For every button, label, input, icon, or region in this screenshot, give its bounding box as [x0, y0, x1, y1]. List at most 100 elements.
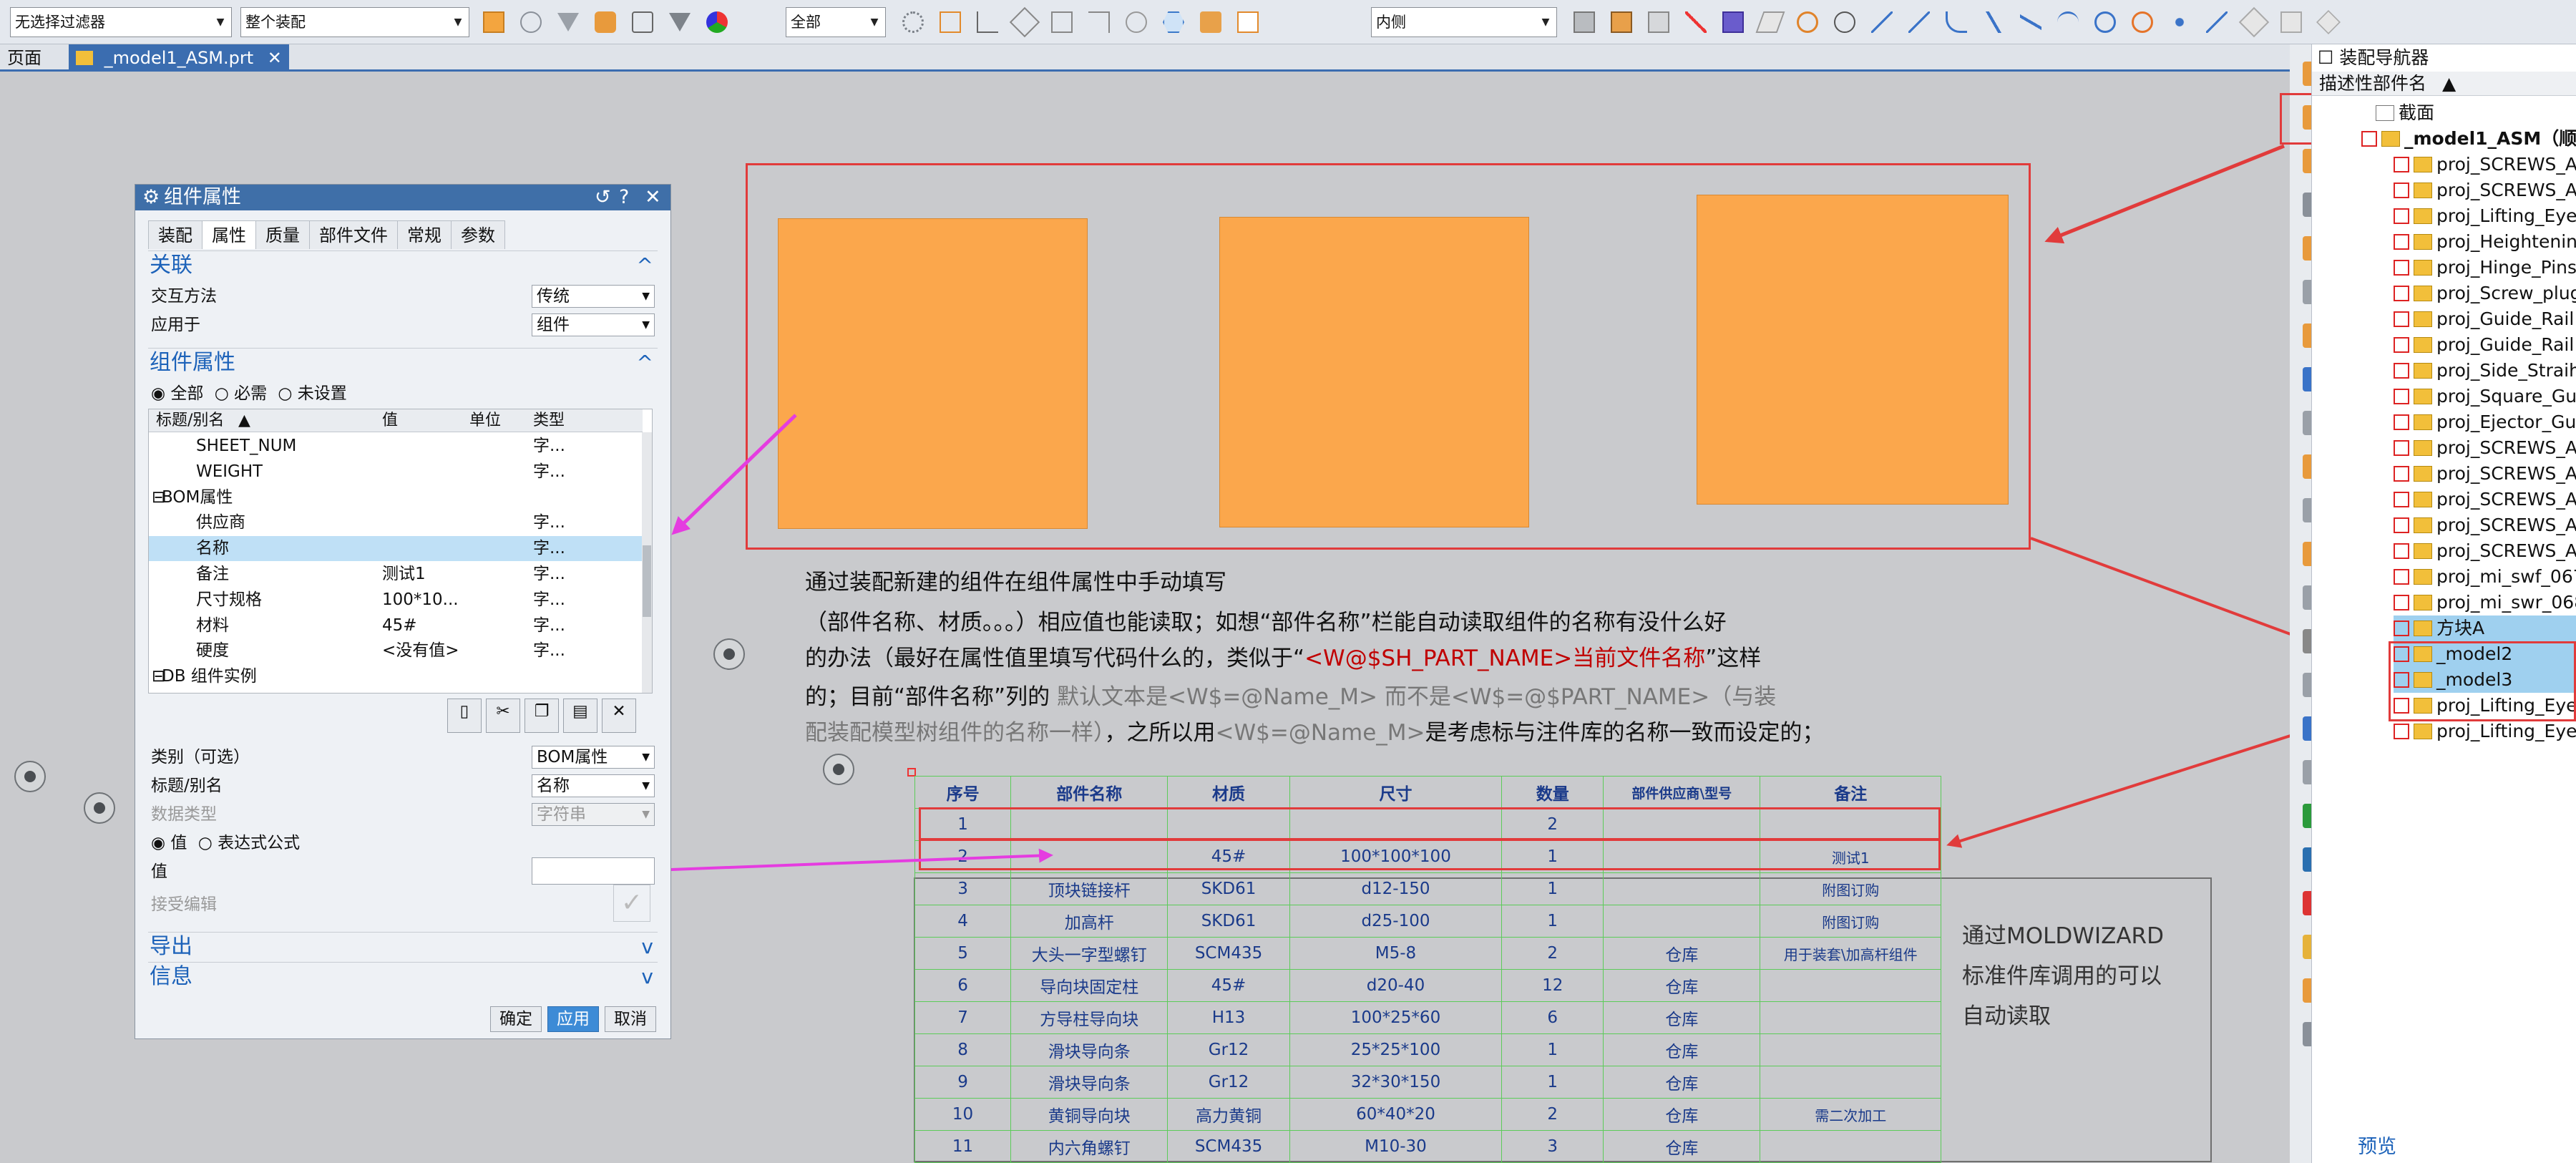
- copy-icon[interactable]: ❐: [525, 699, 559, 733]
- section-component-attributes-header[interactable]: 组件属性 ^: [148, 348, 658, 376]
- radio-all[interactable]: ◉ 全部: [151, 384, 203, 403]
- tab-mass[interactable]: 质量: [255, 220, 310, 249]
- grid-scrollbar[interactable]: [642, 432, 652, 693]
- title-alias-select[interactable]: 名称 ▼: [532, 774, 655, 797]
- attribute-row[interactable]: SHEET_NUM 字...: [149, 434, 643, 459]
- circle-points-icon[interactable]: [2124, 6, 2161, 39]
- col-value[interactable]: 值: [382, 409, 398, 432]
- bom-row[interactable]: 4 加高杆 SKD61 d25-100 1 附图订购: [914, 905, 1941, 938]
- visibility-checkbox[interactable]: [2394, 595, 2409, 610]
- polyline-icon[interactable]: [1975, 6, 2012, 39]
- attribute-value[interactable]: 45#: [382, 613, 461, 638]
- block-model3[interactable]: [1697, 195, 2009, 505]
- point-icon[interactable]: [2161, 6, 2198, 39]
- visibility-checkbox[interactable]: [2394, 569, 2409, 585]
- bom-row[interactable]: 9 滑块导向条 Gr12 32*30*150 1 仓库: [914, 1066, 1941, 1099]
- visibility-checkbox[interactable]: [2394, 208, 2409, 224]
- attribute-value[interactable]: 100*10...: [382, 588, 461, 613]
- visibility-checkbox[interactable]: [2394, 157, 2409, 172]
- tab-general[interactable]: 常规: [397, 220, 452, 249]
- attribute-row[interactable]: 硬度 <没有值> 字...: [149, 638, 643, 663]
- rotate-handle-icon[interactable]: [823, 754, 854, 785]
- part-select-icon[interactable]: [475, 6, 512, 39]
- tab-parameters[interactable]: 参数: [451, 220, 505, 249]
- snap-point-icon[interactable]: [932, 6, 969, 39]
- pencil-icon[interactable]: [2235, 6, 2273, 39]
- bom-row[interactable]: 6 导向块固定柱 45# d20-40 12 仓库: [914, 969, 1941, 1002]
- bom-row[interactable]: 3 顶块链接杆 SKD61 d12-150 1 附图订购: [914, 872, 1941, 905]
- close-icon[interactable]: ✕: [645, 185, 661, 210]
- radio-unset[interactable]: ○ 未设置: [278, 384, 346, 403]
- radio-value[interactable]: ◉ 值: [151, 834, 187, 852]
- grid-scroll-thumb[interactable]: [643, 545, 651, 617]
- attribute-row[interactable]: 尺寸规格 100*10... 字...: [149, 588, 643, 613]
- help-icon[interactable]: ?: [619, 185, 629, 210]
- value-input[interactable]: [532, 857, 655, 885]
- reset-icon[interactable]: ↺: [595, 185, 611, 210]
- visibility-checkbox[interactable]: [2394, 363, 2409, 379]
- category-select[interactable]: BOM属性 ▼: [532, 746, 655, 769]
- snap-intersect-icon[interactable]: [1080, 6, 1118, 39]
- line-2-icon[interactable]: [1901, 6, 1938, 39]
- axis-icon[interactable]: [1677, 6, 1714, 39]
- radio-required[interactable]: ○ 必需: [215, 384, 267, 403]
- snap-end-icon[interactable]: [969, 6, 1006, 39]
- arc-icon[interactable]: [2049, 6, 2087, 39]
- rotate-handle-icon[interactable]: [713, 638, 745, 670]
- apply-to-select[interactable]: 组件 ▼: [532, 313, 655, 336]
- navigator-item[interactable]: proj_Side_Straih: [2394, 358, 2576, 384]
- curve-icon[interactable]: [1938, 6, 1975, 39]
- visibility-checkbox[interactable]: [2394, 466, 2409, 482]
- bom-row[interactable]: 8 滑块导向条 Gr12 25*25*100 1 仓库: [914, 1033, 1941, 1066]
- cube-icon[interactable]: [1714, 6, 1752, 39]
- bom-row[interactable]: 11 内六角螺钉 SCM435 M10-30 3 仓库: [914, 1130, 1941, 1163]
- visibility-checkbox[interactable]: [2394, 517, 2409, 533]
- preview-section[interactable]: 预览: [2358, 1131, 2396, 1159]
- layer-icon[interactable]: [2310, 6, 2347, 39]
- crosshair-icon[interactable]: [1826, 6, 1863, 39]
- navigator-item[interactable]: proj_Guide_Rail: [2394, 332, 2576, 358]
- navigator-item[interactable]: proj_SCREWS_A: [2394, 152, 2576, 177]
- component-icon[interactable]: [587, 6, 624, 39]
- eraser-icon[interactable]: [2273, 6, 2310, 39]
- navigator-item[interactable]: proj_SCREWS_A: [2394, 487, 2576, 512]
- tab-home[interactable]: 页面: [0, 44, 49, 72]
- navigator-item[interactable]: 方块A: [2394, 615, 2576, 641]
- navigator-item[interactable]: proj_SCREWS_A: [2394, 435, 2576, 461]
- visibility-checkbox[interactable]: [2394, 389, 2409, 404]
- navigator-item[interactable]: proj_Ejector_Gu: [2394, 409, 2576, 435]
- ok-button[interactable]: 确定: [490, 1006, 542, 1032]
- attribute-row[interactable]: WEIGHT 字...: [149, 459, 643, 485]
- visibility-checkbox[interactable]: [2394, 183, 2409, 198]
- type-filter-icon[interactable]: [661, 6, 698, 39]
- bom-row[interactable]: 7 方导柱导向块 H13 100*25*60 6 仓库: [914, 1001, 1941, 1034]
- navigator-item[interactable]: proj_SCREWS_A: [2394, 538, 2576, 564]
- spline-icon[interactable]: [2012, 6, 2049, 39]
- navigator-item[interactable]: proj_SCREWS_A: [2394, 461, 2576, 487]
- hexagon-icon[interactable]: [1155, 6, 1192, 39]
- navigator-item[interactable]: proj_SCREWS_A: [2394, 177, 2576, 203]
- new-attribute-icon[interactable]: ▯: [447, 699, 482, 733]
- navigator-item[interactable]: proj_mi_swf_067: [2394, 564, 2576, 590]
- show-hide-icon[interactable]: [624, 6, 661, 39]
- interaction-method-select[interactable]: 传统 ▼: [532, 285, 655, 308]
- color-wheel-icon[interactable]: [698, 6, 736, 39]
- accept-edit-check-icon[interactable]: ✓: [613, 885, 650, 922]
- bom-row[interactable]: 10 黄铜导向块 高力黄铜 60*40*20 2 仓库 需二次加工: [914, 1098, 1941, 1131]
- visibility-checkbox[interactable]: [2394, 337, 2409, 353]
- snap-feature-icon[interactable]: [512, 6, 550, 39]
- visibility-checkbox[interactable]: [2394, 311, 2409, 327]
- block-model2[interactable]: [1219, 217, 1529, 527]
- cut-icon[interactable]: ✂: [486, 699, 520, 733]
- section-association-header[interactable]: 关联 ^: [148, 250, 658, 279]
- rotate-handle-icon[interactable]: [14, 761, 46, 792]
- rotate-handle-icon[interactable]: [84, 792, 115, 824]
- attribute-row[interactable]: 材料 45# 字...: [149, 613, 643, 638]
- col-title[interactable]: 标题/别名: [156, 409, 224, 432]
- attribute-value[interactable]: 测试1: [382, 562, 461, 587]
- filter-funnel-icon[interactable]: [550, 6, 587, 39]
- navigator-item[interactable]: _model1_ASM（顺: [2361, 126, 2576, 152]
- navigator-item[interactable]: 截面: [2376, 100, 2576, 126]
- direction-dropdown[interactable]: 内侧 ▼: [1371, 7, 1557, 37]
- settings-gear-icon[interactable]: [894, 6, 932, 39]
